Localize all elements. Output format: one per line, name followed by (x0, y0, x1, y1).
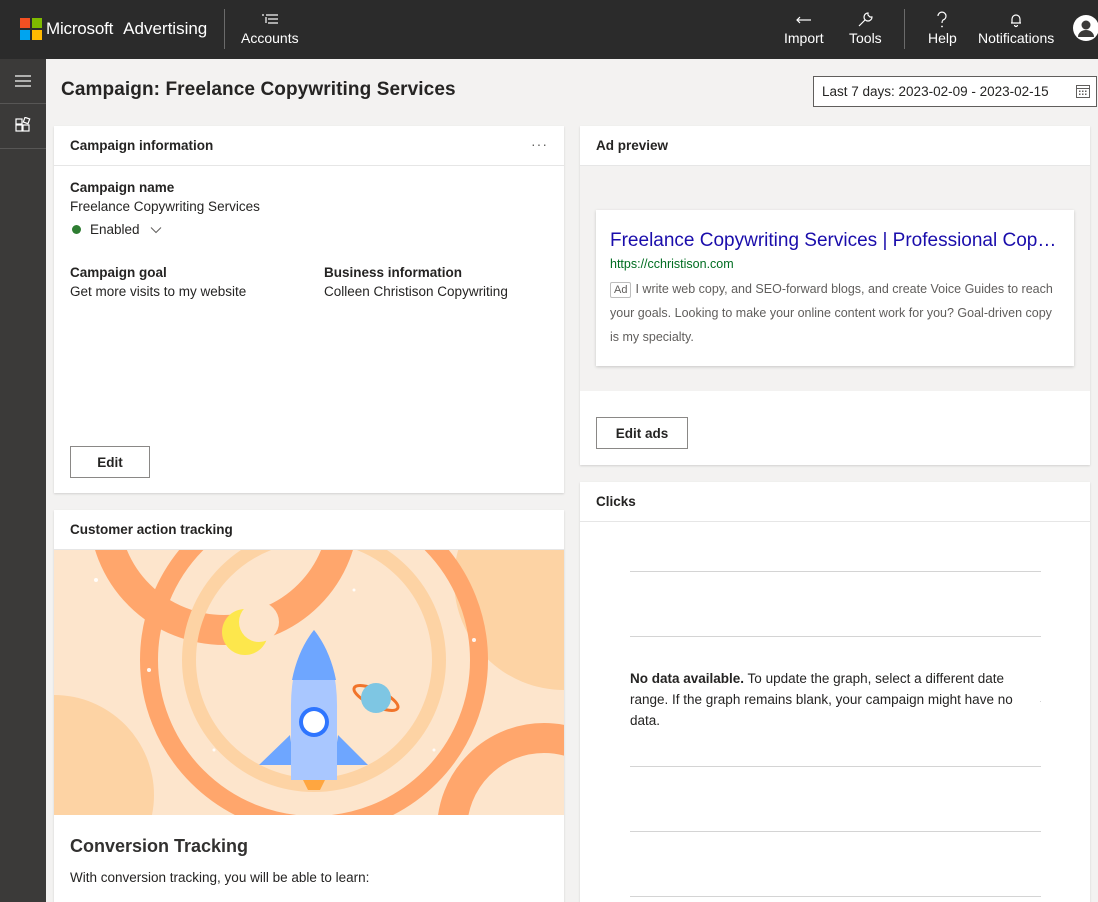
import-label: Import (784, 30, 824, 46)
campaign-info-card: Campaign information ··· Campaign name F… (54, 126, 564, 493)
import-button[interactable]: Import (784, 10, 824, 50)
clicks-card: Clicks No data available. To update the … (580, 482, 1090, 902)
brand-product: Advertising (123, 19, 208, 38)
help-label: Help (928, 30, 957, 46)
chart-gridline (630, 636, 1041, 637)
card-header: Ad preview (580, 126, 1090, 166)
accounts-label: Accounts (241, 30, 299, 46)
ad-description-block: Ad I write web copy, and SEO-forward blog… (610, 277, 1060, 349)
notifications-button[interactable]: Notifications (978, 10, 1054, 50)
card-header: Campaign information (54, 126, 564, 166)
brand[interactable]: Microsoft Advertising (20, 18, 207, 40)
ad-description: I write web copy, and SEO-forward blogs,… (610, 282, 1053, 344)
microsoft-logo-icon (20, 18, 42, 40)
chart-gridline (630, 766, 1041, 767)
page-title: Campaign: Freelance Copywriting Services (61, 79, 456, 100)
campaign-name-value: Freelance Copywriting Services (70, 199, 260, 214)
card-header: Customer action tracking (54, 510, 564, 550)
campaign-name-label: Campaign name (70, 180, 175, 195)
campaign-goal-value: Get more visits to my website (70, 284, 247, 299)
apps-icon (15, 117, 31, 132)
card-header: Clicks (580, 482, 1090, 522)
edit-ads-button[interactable]: Edit ads (596, 417, 688, 449)
date-range-label: Last 7 days: 2023-02-09 - 2023-02-15 (822, 84, 1049, 99)
hamburger-icon (15, 75, 31, 87)
status-dot-icon (72, 225, 81, 234)
wrench-icon (856, 10, 874, 30)
bell-icon (1008, 10, 1024, 30)
divider (904, 9, 905, 49)
status-label: Enabled (90, 222, 140, 237)
ad-headline[interactable]: Freelance Copywriting Services | Profess… (610, 230, 1060, 252)
top-bar: Microsoft Advertising Accounts Import To… (0, 0, 1098, 59)
rocket-illustration (54, 550, 564, 815)
user-avatar[interactable] (1073, 15, 1098, 41)
ad-display-url: https://cchristison.com (610, 257, 734, 271)
business-info-label: Business information (324, 265, 463, 280)
business-info-value: Colleen Christison Copywriting (324, 284, 508, 299)
ad-badge: Ad (610, 282, 632, 298)
conversion-tracking-title: Conversion Tracking (70, 836, 249, 856)
no-data-message: No data available. To update the graph, … (630, 668, 1040, 731)
help-button[interactable]: Help (928, 10, 957, 50)
overview-button[interactable] (0, 104, 46, 149)
status-dropdown[interactable]: Enabled (70, 222, 260, 237)
customer-action-tracking-card: Customer action tracking Conversion Trac… (54, 510, 564, 902)
ad-preview-area: Freelance Copywriting Services | Profess… (580, 166, 1090, 391)
divider (224, 9, 225, 49)
calendar-icon (1076, 85, 1090, 98)
left-rail (0, 59, 46, 902)
chart-gridline (630, 831, 1041, 832)
chart-gridline (630, 896, 1041, 897)
ad-preview: Freelance Copywriting Services | Profess… (596, 210, 1074, 366)
campaign-goal-label: Campaign goal (70, 265, 167, 280)
edit-campaign-button[interactable]: Edit (70, 446, 150, 478)
user-icon (1078, 20, 1094, 37)
accounts-icon (261, 10, 279, 30)
accounts-button[interactable]: Accounts (241, 10, 299, 50)
chevron-down-icon (150, 226, 161, 233)
tools-button[interactable]: Tools (849, 10, 882, 50)
brand-name: Microsoft (46, 19, 114, 38)
notifications-label: Notifications (978, 30, 1055, 46)
no-data-title: No data available. (630, 671, 745, 686)
ad-preview-card: Ad preview Freelance Copywriting Service… (580, 126, 1090, 465)
help-icon (935, 10, 949, 30)
conversion-tracking-text: With conversion tracking, you will be ab… (70, 870, 370, 885)
more-options-button[interactable]: ··· (531, 136, 548, 152)
chart-gridline (630, 571, 1041, 572)
tools-label: Tools (849, 30, 882, 46)
import-icon (795, 10, 813, 30)
date-range-picker[interactable]: Last 7 days: 2023-02-09 - 2023-02-15 (813, 76, 1097, 107)
menu-button[interactable] (0, 59, 46, 104)
